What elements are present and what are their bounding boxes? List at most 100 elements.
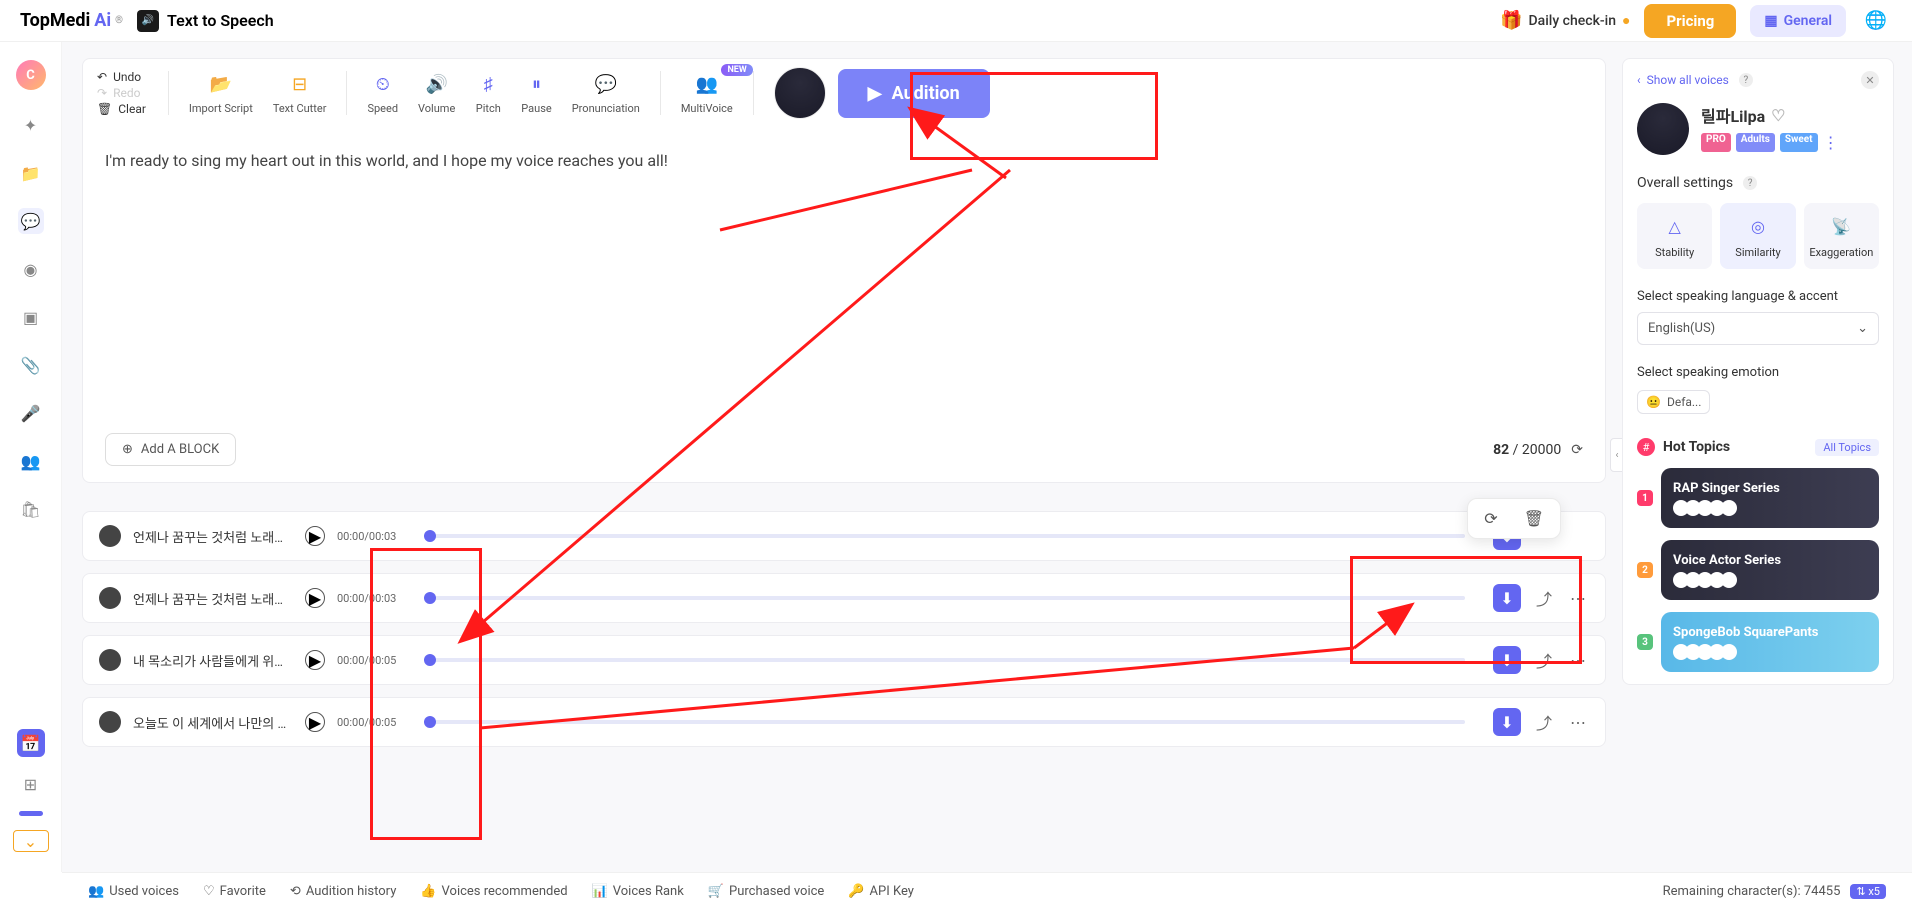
overall-settings-label: Overall settings ? <box>1637 175 1879 191</box>
topic-card[interactable]: Voice Actor Series <box>1661 540 1879 600</box>
track-time: 00:00/00:03 <box>337 530 396 543</box>
purchased-voice-link[interactable]: 🛒Purchased voice <box>708 884 825 899</box>
speed-button[interactable]: ⏲Speed <box>357 72 408 115</box>
track-download-button[interactable]: ⬇ <box>1493 646 1521 674</box>
editor-text[interactable]: I'm ready to sing my heart out in this w… <box>105 151 1583 433</box>
topic-rank: 2 <box>1637 562 1653 578</box>
left-rail: C ✦ 📁 💬 ◉ ▣ 📎 🎤 👥 🛍 📅 ⊞ ⌄ <box>0 42 62 872</box>
remaining-chars-label: Remaining character(s): 74455 <box>1663 884 1841 899</box>
rail-apps-icon[interactable]: ⊞ <box>18 771 44 797</box>
rail-shop-icon[interactable]: 🛍 <box>18 496 44 522</box>
show-all-voices-link[interactable]: ‹ Show all voices ? ✕ <box>1637 71 1879 89</box>
more-tags-icon[interactable]: ⋮ <box>1823 133 1839 152</box>
plus-icon: ⊕ <box>122 442 133 457</box>
language-button[interactable]: 🌐 <box>1860 5 1892 37</box>
import-script-button[interactable]: 📂Import Script <box>179 72 263 115</box>
rail-expand-icon[interactable]: ⌄ <box>13 830 49 852</box>
cart-icon: 🛒 <box>708 884 724 899</box>
audition-label: Audition <box>892 83 960 104</box>
rail-analytics-icon[interactable]: ◉ <box>18 256 44 282</box>
volume-button[interactable]: 🔊Volume <box>408 72 465 115</box>
users-icon: 👥 <box>88 884 104 899</box>
track-progress[interactable] <box>424 596 1465 600</box>
rail-magic-icon[interactable]: ✦ <box>18 112 44 138</box>
text-editor[interactable]: I'm ready to sing my heart out in this w… <box>82 127 1606 483</box>
api-key-link[interactable]: 🔑API Key <box>848 884 914 899</box>
track-more-button[interactable]: ⋯ <box>1567 651 1589 670</box>
track-download-button[interactable]: ⬇ <box>1493 708 1521 736</box>
track-download-button[interactable]: ⬇ <box>1493 584 1521 612</box>
stability-card[interactable]: △Stability <box>1637 203 1712 269</box>
rail-folder-icon[interactable]: 📁 <box>18 160 44 186</box>
heart-icon[interactable]: ♡ <box>1771 106 1785 125</box>
topic-card[interactable]: SpongeBob SquarePants <box>1661 612 1879 672</box>
track-play-button[interactable]: ▶ <box>305 588 325 608</box>
track-actions-popup: ⟳ 🗑 <box>1467 498 1561 539</box>
rail-calendar-icon[interactable]: 📅 <box>17 729 45 757</box>
tag-pro: PRO <box>1701 133 1731 152</box>
tts-breadcrumb[interactable]: 🔊 Text to Speech <box>137 10 274 32</box>
new-badge: NEW <box>721 64 752 76</box>
exaggeration-card[interactable]: 📡Exaggeration <box>1804 203 1879 269</box>
pricing-button[interactable]: Pricing <box>1644 4 1736 38</box>
undo-button[interactable]: ↶Undo <box>97 70 146 84</box>
delete-button[interactable]: 🗑 <box>1524 509 1544 528</box>
track-share-button[interactable]: ⤴ <box>1533 586 1555 610</box>
rail-people-icon[interactable]: 👥 <box>18 448 44 474</box>
multivoice-button[interactable]: NEW 👥MultiVoice <box>671 72 743 115</box>
clear-button[interactable]: 🗑Clear <box>97 102 146 116</box>
speed-icon: ⏲ <box>370 72 396 98</box>
logo[interactable]: TopMediAi® <box>20 10 123 31</box>
rail-attach-icon[interactable]: 📎 <box>18 352 44 378</box>
text-cutter-button[interactable]: ⊟Text Cutter <box>263 72 337 115</box>
add-block-button[interactable]: ⊕ Add A BLOCK <box>105 433 236 466</box>
close-icon[interactable]: ✕ <box>1861 71 1879 89</box>
topic-card[interactable]: RAP Singer Series <box>1661 468 1879 528</box>
track-share-button[interactable]: ⤴ <box>1533 710 1555 734</box>
all-topics-link[interactable]: All Topics <box>1815 439 1879 456</box>
current-voice-avatar[interactable] <box>774 67 826 119</box>
track-share-button[interactable]: ⤴ <box>1533 648 1555 672</box>
similarity-card[interactable]: ◎Similarity <box>1720 203 1795 269</box>
tts-label: Text to Speech <box>167 11 274 30</box>
thumbs-up-icon: 👍 <box>420 884 436 899</box>
audition-history-link[interactable]: ⟲Audition history <box>290 884 396 899</box>
track-progress[interactable] <box>424 534 1465 538</box>
favorite-link[interactable]: ♡Favorite <box>203 884 266 899</box>
topic-row[interactable]: 1 RAP Singer Series <box>1637 468 1879 528</box>
info-icon[interactable]: ? <box>1739 73 1753 87</box>
language-select[interactable]: English(US) ⌄ <box>1637 312 1879 345</box>
track-more-button[interactable]: ⋯ <box>1567 713 1589 732</box>
voices-recommended-link[interactable]: 👍Voices recommended <box>420 884 567 899</box>
voice-avatar[interactable] <box>1637 103 1689 155</box>
track-progress[interactable] <box>424 658 1465 662</box>
track-play-button[interactable]: ▶ <box>305 712 325 732</box>
pause-button[interactable]: ⏸Pause <box>511 72 561 115</box>
pronunciation-button[interactable]: 💬Pronunciation <box>562 72 650 115</box>
emotion-chip[interactable]: 😐 Defa... <box>1637 390 1710 414</box>
topic-row[interactable]: 3 SpongeBob SquarePants <box>1637 612 1879 672</box>
rail-mic-icon[interactable]: 🎤 <box>18 400 44 426</box>
multiplier-badge[interactable]: ⇅ x5 <box>1850 884 1886 899</box>
used-voices-link[interactable]: 👥Used voices <box>88 884 179 899</box>
track-avatar <box>99 649 121 671</box>
pitch-button[interactable]: ♯Pitch <box>465 72 511 115</box>
info-icon[interactable]: ? <box>1743 176 1757 190</box>
voices-rank-link[interactable]: 📊Voices Rank <box>592 884 684 899</box>
rail-tts-icon[interactable]: 💬 <box>18 208 44 234</box>
track-play-button[interactable]: ▶ <box>305 526 325 546</box>
redo-button[interactable]: ↷Redo <box>97 86 146 100</box>
rail-library-icon[interactable]: ▣ <box>18 304 44 330</box>
track-play-button[interactable]: ▶ <box>305 650 325 670</box>
daily-checkin-link[interactable]: 🎁 Daily check-in ● <box>1500 10 1630 31</box>
track-avatar <box>99 711 121 733</box>
regenerate-button[interactable]: ⟳ <box>1484 509 1497 528</box>
track-more-button[interactable]: ⋯ <box>1567 589 1589 608</box>
general-button[interactable]: ▦ General <box>1750 5 1846 37</box>
topic-row[interactable]: 2 Voice Actor Series <box>1637 540 1879 600</box>
refresh-icon[interactable]: ⟳ <box>1571 442 1583 458</box>
user-avatar[interactable]: C <box>16 60 46 90</box>
chevron-left-icon: ‹ <box>1637 73 1641 87</box>
track-progress[interactable] <box>424 720 1465 724</box>
audition-button[interactable]: ▶ Audition <box>838 69 990 118</box>
